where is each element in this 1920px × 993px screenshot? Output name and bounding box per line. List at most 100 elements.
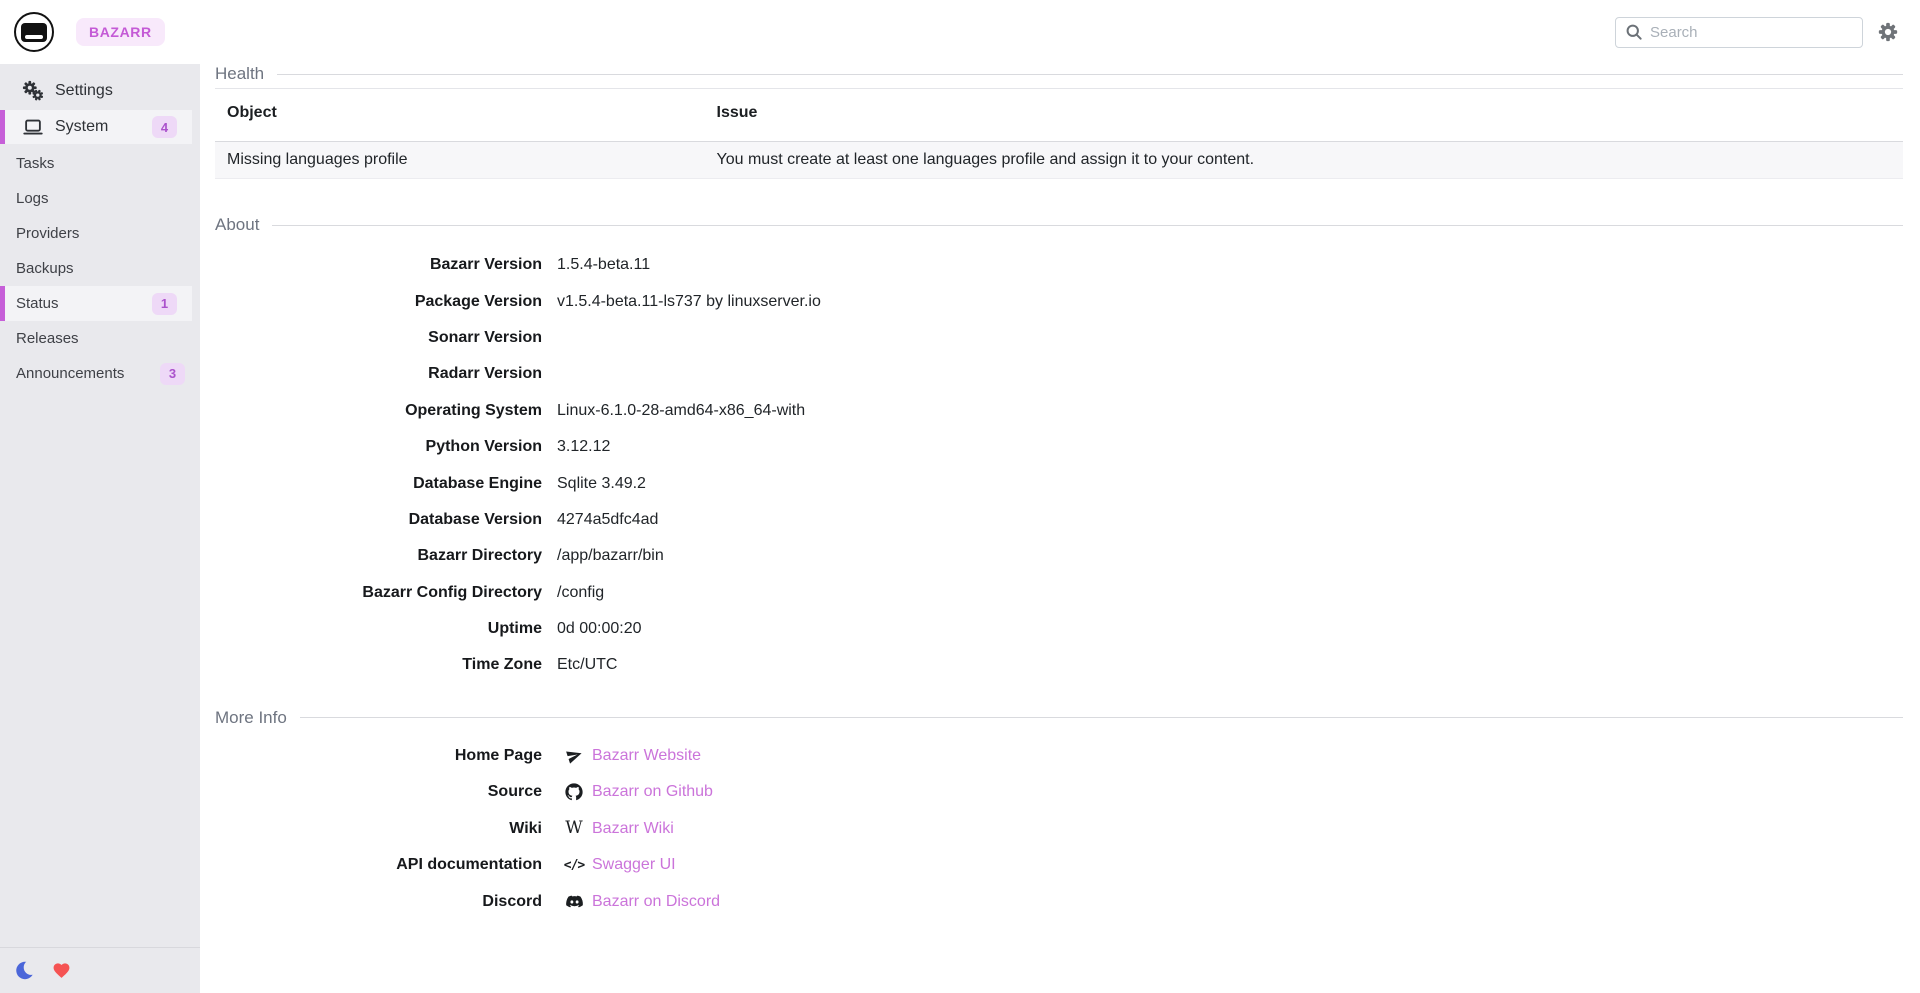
gears-icon <box>22 80 46 102</box>
more-info-label: Wiki <box>215 820 542 838</box>
discord-link[interactable]: Bazarr on Discord <box>592 893 720 911</box>
about-label: Python Version <box>215 438 542 456</box>
wikipedia-icon: W <box>564 820 584 837</box>
more-info-row-home-page: Home Page Bazarr Website <box>215 738 1903 775</box>
about-row-radarr-version: Radarr Version <box>215 356 1903 392</box>
about-label: Operating System <box>215 402 542 420</box>
sidebar-item-label: Announcements <box>16 365 124 382</box>
wiki-link[interactable]: Bazarr Wiki <box>592 820 674 838</box>
column-header-object: Object <box>215 89 705 142</box>
discord-icon <box>564 892 584 911</box>
about-row-database-version: Database Version 4274a5dfc4ad <box>215 502 1903 538</box>
home-page-link[interactable]: Bazarr Website <box>592 747 701 765</box>
sidebar-section-settings[interactable]: Settings <box>0 76 200 106</box>
about-label: Database Version <box>215 511 542 529</box>
moon-icon[interactable] <box>14 960 36 982</box>
about-label: Time Zone <box>215 656 542 674</box>
sidebar-item-label: Releases <box>16 330 79 347</box>
sidebar-item-providers[interactable]: Providers <box>0 216 200 251</box>
more-info-label: Home Page <box>215 747 542 765</box>
more-info-label: Discord <box>215 893 542 911</box>
count-badge: 1 <box>152 293 177 315</box>
gear-icon[interactable] <box>1877 21 1899 43</box>
more-info-row-source: Source Bazarr on Github <box>215 774 1903 811</box>
health-table: Object Issue Missing languages profile Y… <box>215 88 1903 179</box>
section-title: Health <box>215 64 264 84</box>
about-label: Bazarr Directory <box>215 547 542 565</box>
source-link[interactable]: Bazarr on Github <box>592 783 713 801</box>
more-info-label: Source <box>215 783 542 801</box>
heading-divider <box>272 225 1903 226</box>
about-row-uptime: Uptime 0d 00:00:20 <box>215 611 1903 647</box>
health-issue-cell: You must create at least one languages p… <box>705 142 1903 179</box>
about-value: Linux-6.1.0-28-amd64-x86_64-with <box>557 402 805 420</box>
about-value: /config <box>557 584 604 602</box>
health-section-heading: Health <box>215 64 1903 84</box>
api-documentation-link[interactable]: Swagger UI <box>592 856 676 874</box>
count-badge: 3 <box>160 363 185 385</box>
bazarr-logo-icon[interactable] <box>14 12 54 52</box>
about-value: 0d 00:00:20 <box>557 620 642 638</box>
about-value: 4274a5dfc4ad <box>557 511 658 529</box>
more-info-row-api-documentation: API documentation </> Swagger UI <box>215 847 1903 884</box>
sidebar-item-status[interactable]: Status 1 <box>0 286 192 321</box>
about-label: Radarr Version <box>215 365 542 383</box>
sidebar-item-label: Tasks <box>16 155 54 172</box>
about-value: Etc/UTC <box>557 656 617 674</box>
health-object-cell: Missing languages profile <box>215 142 705 179</box>
about-label: Package Version <box>215 293 542 311</box>
about-value: v1.5.4-beta.11-ls737 by linuxserver.io <box>557 293 821 311</box>
search-box <box>1615 17 1863 48</box>
sidebar-item-backups[interactable]: Backups <box>0 251 200 286</box>
about-value: /app/bazarr/bin <box>557 547 664 565</box>
more-info-row-wiki: Wiki W Bazarr Wiki <box>215 811 1903 848</box>
app-title-badge[interactable]: BAZARR <box>76 18 165 46</box>
health-table-header-row: Object Issue <box>215 89 1903 142</box>
more-info-list: Home Page Bazarr Website Source Bazarr o… <box>215 738 1903 921</box>
heart-icon[interactable] <box>50 960 72 982</box>
about-list: Bazarr Version 1.5.4-beta.11 Package Ver… <box>215 247 1903 684</box>
about-value: Sqlite 3.49.2 <box>557 475 646 493</box>
column-header-issue: Issue <box>705 89 1903 142</box>
count-badge: 4 <box>152 116 177 138</box>
sidebar-section-system[interactable]: System 4 <box>0 110 192 144</box>
sidebar-section-label: System <box>55 118 108 136</box>
main-content: Health Object Issue Missing languages pr… <box>200 64 1920 993</box>
about-label: Uptime <box>215 620 542 638</box>
about-row-sonarr-version: Sonarr Version <box>215 320 1903 356</box>
laptop-icon <box>22 116 46 138</box>
about-row-bazarr-directory: Bazarr Directory /app/bazarr/bin <box>215 538 1903 574</box>
section-title: About <box>215 215 259 235</box>
table-row: Missing languages profile You must creat… <box>215 142 1903 179</box>
sidebar-item-label: Status <box>16 295 59 312</box>
sidebar-item-label: Providers <box>16 225 79 242</box>
about-label: Sonarr Version <box>215 329 542 347</box>
more-info-row-discord: Discord Bazarr on Discord <box>215 884 1903 921</box>
heading-divider <box>300 717 1903 718</box>
about-value: 1.5.4-beta.11 <box>557 256 650 274</box>
sidebar: Settings System 4 Tasks Logs Providers B… <box>0 64 200 993</box>
laptop-logo-shape <box>21 23 47 42</box>
about-row-operating-system: Operating System Linux-6.1.0-28-amd64-x8… <box>215 393 1903 429</box>
more-info-label: API documentation <box>215 856 542 874</box>
about-row-time-zone: Time Zone Etc/UTC <box>215 647 1903 683</box>
section-title: More Info <box>215 708 287 728</box>
sidebar-item-releases[interactable]: Releases <box>0 321 200 356</box>
about-row-package-version: Package Version v1.5.4-beta.11-ls737 by … <box>215 283 1903 319</box>
heading-divider <box>277 74 1903 75</box>
about-row-config-directory: Bazarr Config Directory /config <box>215 575 1903 611</box>
about-value: 3.12.12 <box>557 438 610 456</box>
sidebar-item-tasks[interactable]: Tasks <box>0 146 200 181</box>
code-icon: </> <box>564 858 584 873</box>
search-input[interactable] <box>1615 17 1863 48</box>
about-label: Bazarr Version <box>215 256 542 274</box>
send-icon <box>564 747 584 764</box>
more-info-section-heading: More Info <box>215 708 1903 728</box>
sidebar-item-label: Backups <box>16 260 74 277</box>
sidebar-item-logs[interactable]: Logs <box>0 181 200 216</box>
about-section-heading: About <box>215 215 1903 235</box>
sidebar-item-announcements[interactable]: Announcements 3 <box>0 356 200 391</box>
sidebar-section-label: Settings <box>55 82 113 100</box>
about-row-bazarr-version: Bazarr Version 1.5.4-beta.11 <box>215 247 1903 283</box>
about-label: Bazarr Config Directory <box>215 584 542 602</box>
